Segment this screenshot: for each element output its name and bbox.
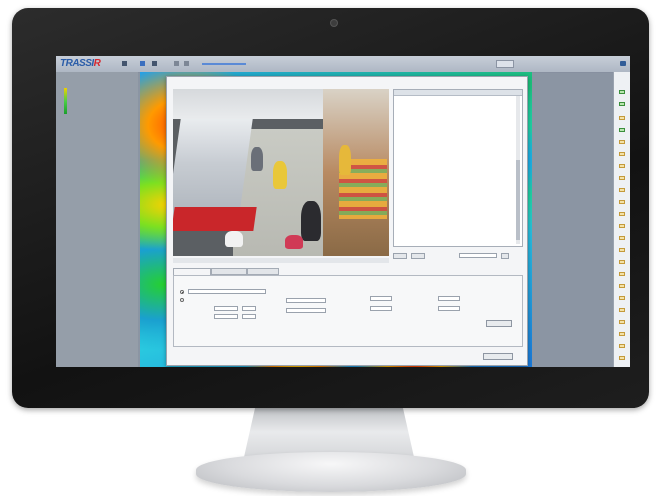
mode-select[interactable] (188, 289, 266, 294)
event-marker[interactable] (619, 128, 625, 132)
right-event-column (613, 72, 630, 367)
video-person (273, 161, 287, 189)
apply-button[interactable] (486, 320, 512, 327)
time-from-field[interactable] (214, 306, 238, 311)
ok-button[interactable] (483, 353, 513, 360)
param-select[interactable] (286, 298, 326, 303)
event-marker[interactable] (619, 296, 625, 300)
camera-icon (331, 20, 337, 26)
video-person (339, 145, 351, 175)
event-marker[interactable] (619, 188, 625, 192)
event-marker[interactable] (619, 176, 625, 180)
param-field[interactable] (370, 296, 392, 301)
settings-panel (173, 275, 523, 347)
video-person (225, 231, 243, 247)
user-icon[interactable] (620, 61, 626, 66)
video-person (251, 147, 263, 171)
play-button[interactable] (393, 253, 407, 259)
param-field[interactable] (370, 306, 392, 311)
tab-zones[interactable] (211, 268, 247, 275)
toolbar-icon[interactable] (152, 61, 157, 66)
time-to-field[interactable] (242, 314, 256, 319)
step-button[interactable] (411, 253, 425, 259)
param-field[interactable] (438, 306, 460, 311)
param-select[interactable] (286, 308, 326, 313)
scrollbar-thumb[interactable] (516, 160, 520, 240)
tab-export[interactable] (247, 268, 279, 275)
track-list[interactable] (393, 89, 523, 247)
event-marker[interactable] (619, 308, 625, 312)
tab-settings[interactable] (173, 268, 211, 275)
event-marker[interactable] (619, 344, 625, 348)
monitor-stand-base (196, 452, 466, 492)
event-marker[interactable] (619, 224, 625, 228)
event-marker[interactable] (619, 272, 625, 276)
list-header (394, 90, 522, 96)
event-marker[interactable] (619, 236, 625, 240)
camera-video-frame[interactable] (173, 89, 389, 256)
app-logo: TRASSIR (60, 58, 101, 69)
cancel-button[interactable] (443, 353, 477, 360)
event-marker[interactable] (619, 356, 625, 360)
video-freezer-base (173, 207, 257, 231)
event-marker[interactable] (619, 284, 625, 288)
video-cart (285, 235, 303, 249)
mode-radio[interactable] (180, 298, 184, 302)
time-to-field[interactable] (214, 314, 238, 319)
toolbar-icon[interactable] (140, 61, 145, 66)
app-toolbar: TRASSIR (56, 56, 630, 73)
toolbar-icon[interactable] (184, 61, 189, 66)
speed-select[interactable] (459, 253, 497, 258)
event-marker[interactable] (619, 164, 625, 168)
window-controls[interactable] (496, 60, 514, 68)
event-marker[interactable] (619, 248, 625, 252)
video-person (301, 201, 321, 241)
param-field[interactable] (438, 296, 460, 301)
event-marker[interactable] (619, 140, 625, 144)
progress-bar (202, 63, 246, 65)
time-from-field[interactable] (242, 306, 256, 311)
speed-stepper[interactable] (501, 253, 509, 259)
event-marker[interactable] (619, 152, 625, 156)
toolbar-icon[interactable] (122, 61, 127, 66)
event-marker[interactable] (619, 200, 625, 204)
event-marker[interactable] (619, 260, 625, 264)
toolbar-icon[interactable] (174, 61, 179, 66)
left-panel (56, 72, 138, 367)
event-marker[interactable] (619, 116, 625, 120)
event-marker[interactable] (619, 90, 625, 94)
video-caption-bar (173, 258, 389, 263)
screen: TRASSIR (56, 56, 630, 367)
event-marker[interactable] (619, 212, 625, 216)
track-dialog (166, 76, 528, 366)
mode-radio[interactable] (180, 290, 184, 294)
event-marker[interactable] (619, 332, 625, 336)
event-marker[interactable] (619, 320, 625, 324)
scale-ramp-icon (64, 88, 67, 114)
event-marker[interactable] (619, 102, 625, 106)
